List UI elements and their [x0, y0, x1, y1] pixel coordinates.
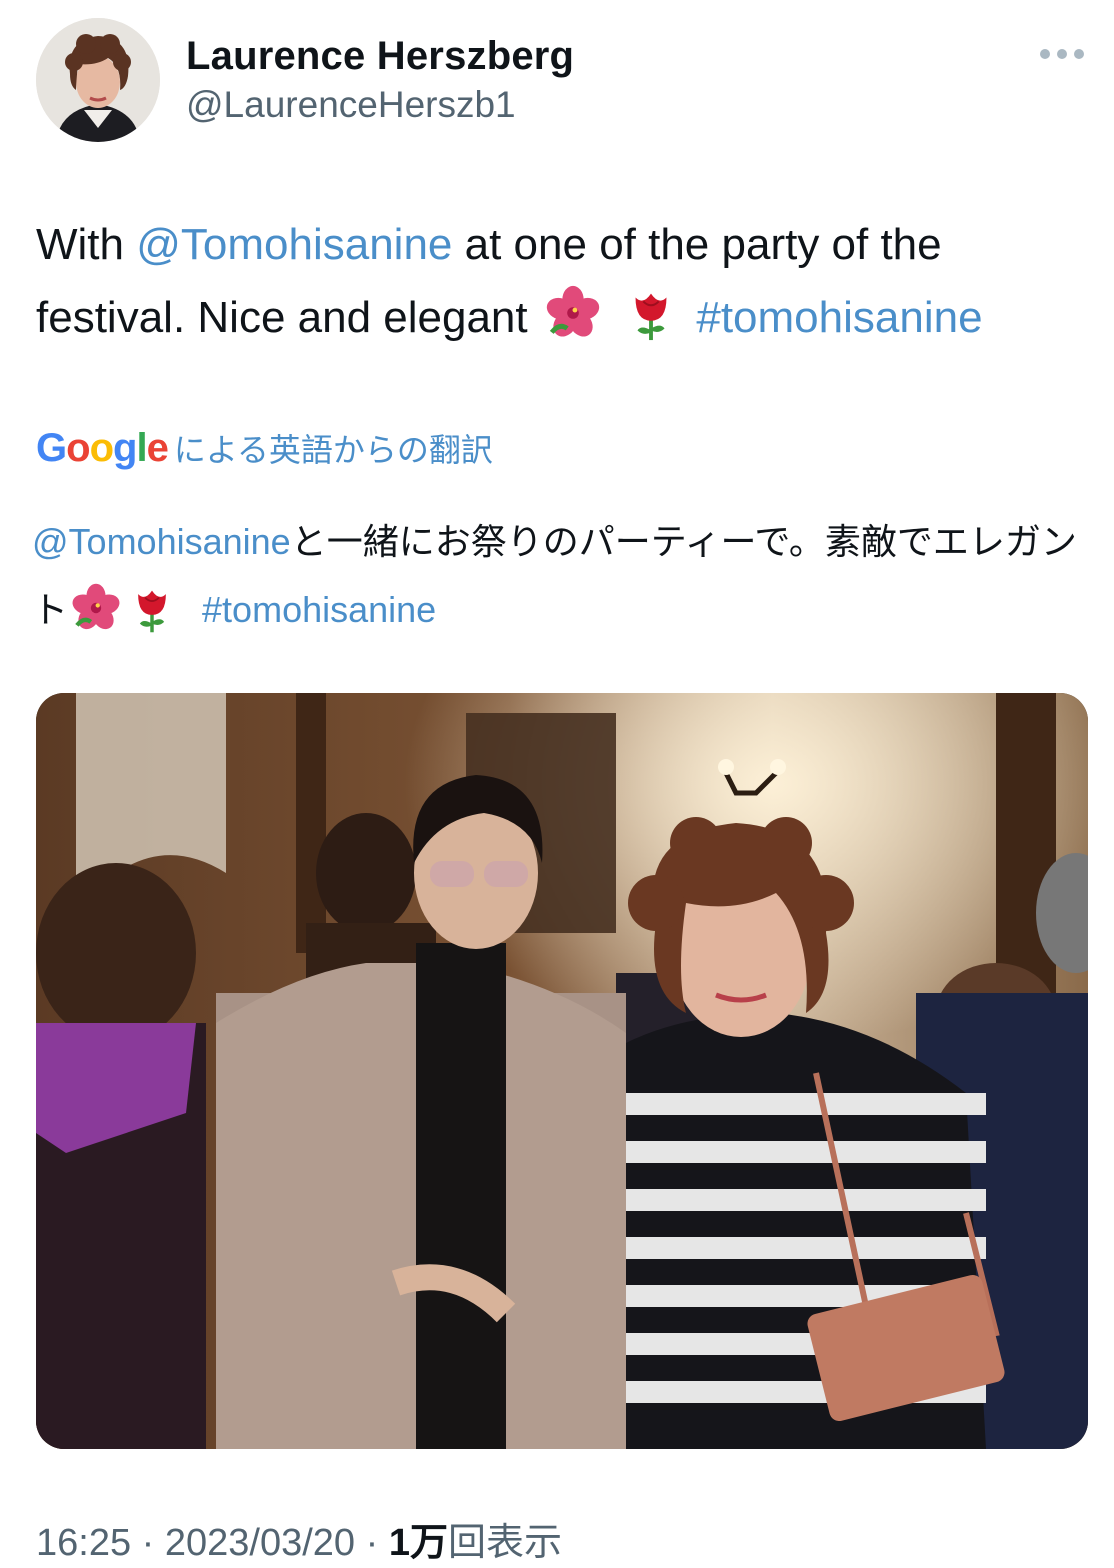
translated-text: @Tomohisanineと一緒にお祭りのパーティーで。素敵でエレガント #to… [32, 508, 1092, 644]
display-name[interactable]: Laurence Herszberg [186, 32, 574, 80]
meta-separator: · [355, 1522, 389, 1564]
tweet-time[interactable]: 16:25 [36, 1522, 131, 1564]
mention-link[interactable]: @Tomohisanine [136, 220, 452, 269]
hashtag-link[interactable]: #tomohisanine [696, 293, 982, 342]
more-dot-icon [1057, 49, 1067, 59]
hibiscus-icon [546, 285, 600, 337]
translated-hashtag-link[interactable]: #tomohisanine [202, 589, 436, 630]
translated-mention-link[interactable]: @Tomohisanine [32, 521, 291, 562]
views-label: 回表示 [447, 1522, 562, 1564]
tweet-text: With @Tomohisanine at one of the party o… [36, 208, 1086, 354]
rose-icon [138, 590, 166, 633]
tweet-photo[interactable] [36, 693, 1088, 1449]
tweet-meta: 16:25 · 2023/03/20 · 1万回表示 [36, 1518, 562, 1568]
tweet-header: Laurence Herszberg @LaurenceHerszb1 [36, 18, 1096, 148]
views-count[interactable]: 1万 [389, 1522, 448, 1564]
avatar[interactable] [36, 18, 160, 142]
more-dot-icon [1074, 49, 1084, 59]
more-options-button[interactable] [1040, 44, 1084, 64]
party-photo-illustration [36, 693, 1088, 1449]
translation-attribution[interactable]: Google による英語からの翻訳 [36, 420, 493, 476]
hibiscus-icon [72, 583, 120, 630]
more-dot-icon [1040, 49, 1050, 59]
meta-separator: · [131, 1522, 165, 1564]
tweet-text-prefix: With [36, 220, 137, 269]
author-handle[interactable]: @LaurenceHerszb1 [186, 82, 574, 128]
tweet-date[interactable]: 2023/03/20 [165, 1522, 355, 1564]
rose-icon [635, 293, 667, 341]
google-logo: Google [36, 425, 169, 470]
translation-label: による英語からの翻訳 [173, 432, 493, 468]
author-names: Laurence Herszberg @LaurenceHerszb1 [186, 32, 574, 128]
